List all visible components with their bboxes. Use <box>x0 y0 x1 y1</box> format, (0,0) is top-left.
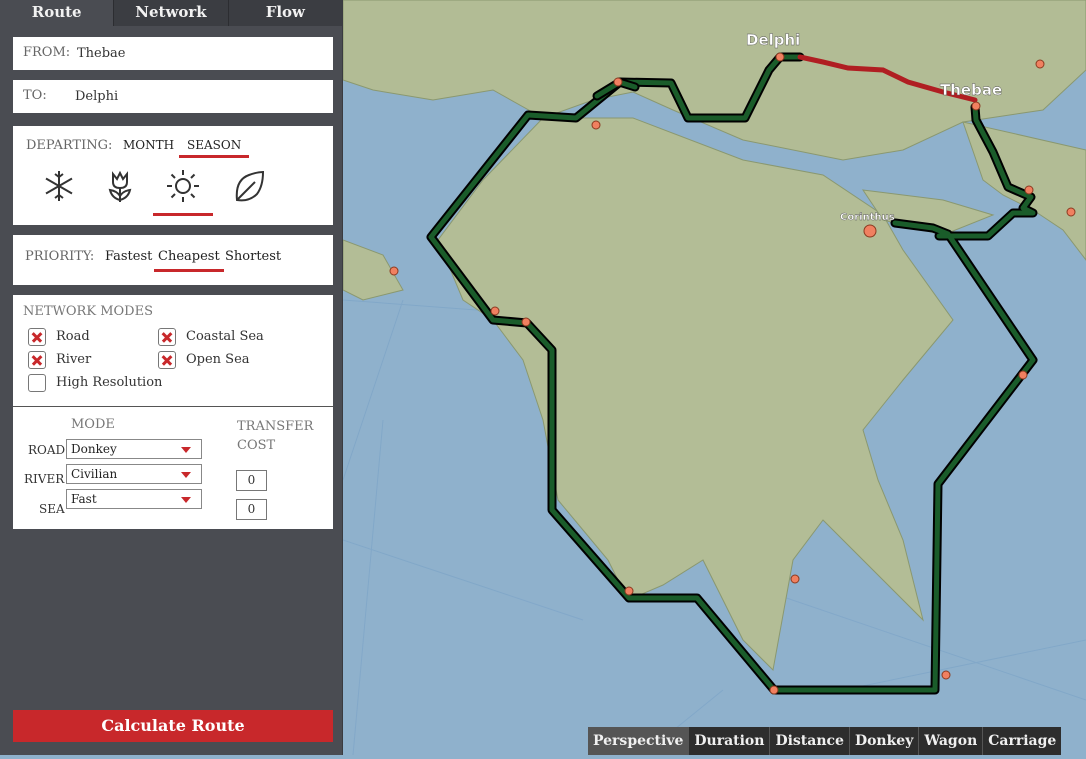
chevron-down-icon <box>181 472 191 478</box>
road-mode-label: ROAD <box>28 443 66 457</box>
open-sea-label: Open Sea <box>186 352 250 367</box>
month-option[interactable]: MONTH <box>123 138 174 152</box>
river-mode-select[interactable]: Civilian <box>66 464 202 484</box>
sea-mode-select[interactable]: Fast <box>66 489 202 509</box>
from-label: FROM: <box>23 45 71 60</box>
chevron-down-icon <box>181 497 191 503</box>
high-resolution-checkbox[interactable] <box>28 374 46 392</box>
to-value[interactable]: Delphi <box>75 89 118 104</box>
chevron-down-icon <box>181 447 191 453</box>
high-resolution-label: High Resolution <box>56 375 163 390</box>
metric-wagon[interactable]: Wagon <box>919 727 984 755</box>
network-modes-title: NETWORK MODES <box>23 304 153 319</box>
metric-distance[interactable]: Distance <box>770 727 850 755</box>
priority-panel: PRIORITY: Fastest Cheapest Shortest <box>13 235 333 285</box>
winter-snowflake-icon[interactable] <box>39 166 79 206</box>
coastal-sea-label: Coastal Sea <box>186 329 264 344</box>
spring-tulip-icon[interactable] <box>100 166 140 206</box>
sea-mode-label: SEA <box>39 502 65 516</box>
road-mode-value: Donkey <box>71 442 117 456</box>
metric-duration[interactable]: Duration <box>689 727 771 755</box>
departing-label: DEPARTING: <box>26 138 113 153</box>
transfer-cost-input-2[interactable]: 0 <box>236 499 267 520</box>
from-field[interactable]: FROM: Thebae <box>13 37 333 70</box>
tab-route[interactable]: Route <box>0 0 115 26</box>
river-label: River <box>56 352 92 367</box>
sidebar: Route Network Flow FROM: Thebae TO: Delp… <box>0 0 343 755</box>
river-checkbox[interactable] <box>28 351 46 369</box>
season-option[interactable]: SEASON <box>179 138 250 158</box>
river-mode-label: RIVER <box>24 472 65 486</box>
road-label: Road <box>56 329 90 344</box>
label-corinthus: Corinthus <box>840 212 895 223</box>
sea-mode-value: Fast <box>71 492 97 506</box>
metric-perspective[interactable]: Perspective <box>588 727 690 755</box>
mode-header: MODE <box>71 417 115 432</box>
metrics-bar: Perspective Duration Distance Donkey Wag… <box>588 727 1062 755</box>
autumn-leaf-icon[interactable] <box>229 166 269 206</box>
label-delphi: Delphi <box>746 31 800 49</box>
priority-shortest[interactable]: Shortest <box>225 249 281 264</box>
transfer-cost-input-1[interactable]: 0 <box>236 470 267 491</box>
map-view[interactable]: Delphi Thebae Corinthus <box>342 0 1086 756</box>
coastal-sea-checkbox[interactable] <box>158 328 176 346</box>
from-value[interactable]: Thebae <box>77 46 126 61</box>
label-thebae: Thebae <box>940 81 1002 99</box>
map-canvas[interactable]: Delphi Thebae Corinthus <box>342 0 1086 756</box>
transfer-cost-header: TRANSFER COST <box>237 419 314 453</box>
tab-flow[interactable]: Flow <box>229 0 342 26</box>
to-field[interactable]: TO: Delphi <box>13 80 333 113</box>
calculate-route-button[interactable]: Calculate Route <box>13 710 333 742</box>
tab-network[interactable]: Network <box>114 0 229 26</box>
priority-fastest[interactable]: Fastest <box>105 249 152 264</box>
departing-panel: DEPARTING: MONTH SEASON <box>13 126 333 225</box>
tab-bar: Route Network Flow <box>0 0 342 26</box>
metric-carriage[interactable]: Carriage <box>983 727 1061 755</box>
road-checkbox[interactable] <box>28 328 46 346</box>
priority-label: PRIORITY: <box>25 249 95 264</box>
to-label: TO: <box>23 88 47 103</box>
road-mode-select[interactable]: Donkey <box>66 439 202 459</box>
summer-sun-icon[interactable] <box>153 166 213 216</box>
river-mode-value: Civilian <box>71 467 118 481</box>
open-sea-checkbox[interactable] <box>158 351 176 369</box>
metric-donkey[interactable]: Donkey <box>850 727 920 755</box>
priority-cheapest[interactable]: Cheapest <box>154 249 224 272</box>
network-modes-panel: NETWORK MODES Road Coastal Sea River Ope… <box>13 295 333 529</box>
divider <box>13 406 333 407</box>
